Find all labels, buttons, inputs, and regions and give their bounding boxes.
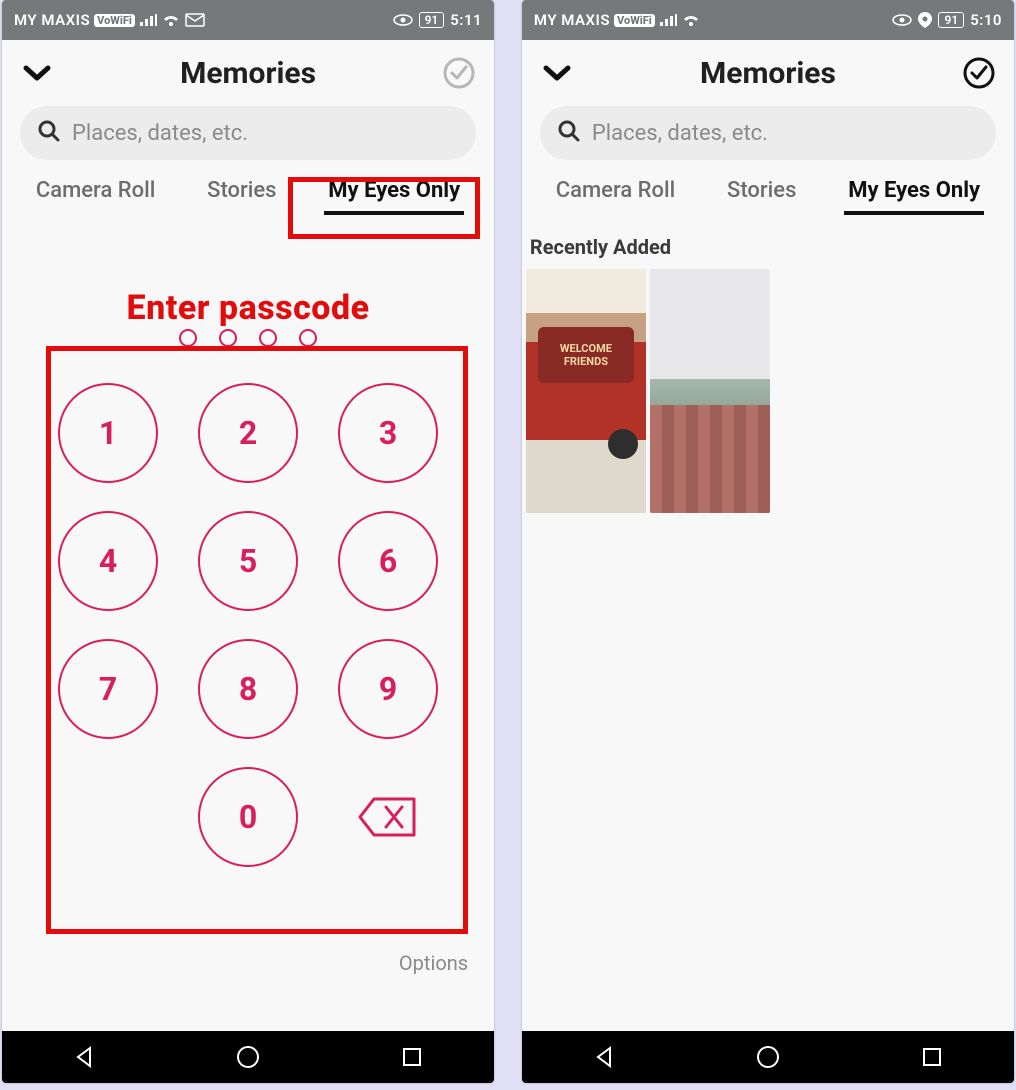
back-chevron-icon[interactable]: [540, 56, 574, 90]
keypad-3[interactable]: 3: [338, 383, 438, 483]
keypad-blank: [58, 767, 158, 867]
nav-back-icon[interactable]: [587, 1040, 621, 1074]
content-area: Recently Added WELCOME FRIENDS: [522, 221, 1014, 1031]
header: Memories: [522, 40, 1014, 106]
nav-recent-icon[interactable]: [395, 1040, 429, 1074]
mail-icon: [185, 13, 205, 27]
bitmoji-avatar-icon: [608, 429, 638, 459]
passcode-dot: [179, 329, 197, 347]
keypad-2[interactable]: 2: [198, 383, 298, 483]
nav-back-icon[interactable]: [67, 1040, 101, 1074]
options-link[interactable]: Options: [399, 951, 468, 975]
search-placeholder: Places, dates, etc.: [592, 121, 768, 146]
keypad-1[interactable]: 1: [58, 383, 158, 483]
carrier-label: MY MAXIS: [534, 11, 610, 29]
eye-icon: [892, 14, 912, 26]
passcode-dots: [179, 329, 317, 347]
thumbnail-sign: WELCOME FRIENDS: [538, 327, 634, 383]
right-phone: MY MAXIS VoWiFi 91 5:10 Memories Places,…: [522, 0, 1014, 1083]
tabs: Camera Roll Stories My Eyes Only: [522, 172, 1014, 221]
search-icon: [38, 120, 60, 146]
passcode-dot: [299, 329, 317, 347]
search-input[interactable]: Places, dates, etc.: [540, 106, 996, 160]
passcode-dot: [259, 329, 277, 347]
clock: 5:10: [970, 11, 1002, 29]
vowifi-badge: VoWiFi: [614, 14, 655, 27]
passcode-dot: [219, 329, 237, 347]
keypad-backspace-icon[interactable]: [338, 767, 438, 867]
signal-icon: [139, 13, 157, 27]
section-title: Recently Added: [522, 221, 1014, 269]
tab-stories[interactable]: Stories: [719, 172, 804, 211]
status-bar: MY MAXIS VoWiFi 91 5:11: [2, 0, 494, 40]
tab-camera-roll[interactable]: Camera Roll: [28, 172, 163, 211]
nav-recent-icon[interactable]: [915, 1040, 949, 1074]
page-title: Memories: [180, 56, 316, 91]
search-icon: [558, 120, 580, 146]
thumbnail-row: WELCOME FRIENDS: [522, 269, 1014, 513]
wifi-icon: [161, 13, 181, 27]
status-bar: MY MAXIS VoWiFi 91 5:10: [522, 0, 1014, 40]
tab-stories[interactable]: Stories: [199, 172, 284, 211]
wifi-icon: [681, 13, 701, 27]
left-phone: MY MAXIS VoWiFi 91 5:11 Memories Places,…: [2, 0, 494, 1083]
keypad-0[interactable]: 0: [198, 767, 298, 867]
back-chevron-icon[interactable]: [20, 56, 54, 90]
battery-badge: 91: [419, 12, 445, 28]
tab-camera-roll[interactable]: Camera Roll: [548, 172, 683, 211]
carrier-label: MY MAXIS: [14, 11, 90, 29]
search-wrap: Places, dates, etc.: [522, 106, 1014, 172]
keypad-9[interactable]: 9: [338, 639, 438, 739]
vowifi-badge: VoWiFi: [94, 14, 135, 27]
keypad-5[interactable]: 5: [198, 511, 298, 611]
passcode-keypad: 1 2 3 4 5 6 7 8 9 0: [2, 329, 494, 895]
keypad-7[interactable]: 7: [58, 639, 158, 739]
keypad-4[interactable]: 4: [58, 511, 158, 611]
battery-badge: 91: [938, 12, 964, 28]
keypad-6[interactable]: 6: [338, 511, 438, 611]
tabs: Camera Roll Stories My Eyes Only: [2, 172, 494, 221]
location-icon: [918, 12, 932, 28]
search-wrap: Places, dates, etc.: [2, 106, 494, 172]
keypad-8[interactable]: 8: [198, 639, 298, 739]
select-mode-icon[interactable]: [442, 56, 476, 90]
memory-thumbnail[interactable]: WELCOME FRIENDS: [526, 269, 646, 513]
clock: 5:11: [450, 11, 482, 29]
eye-icon: [393, 14, 413, 26]
search-placeholder: Places, dates, etc.: [72, 121, 248, 146]
tab-my-eyes-only[interactable]: My Eyes Only: [320, 172, 468, 211]
nav-home-icon[interactable]: [751, 1040, 785, 1074]
select-mode-icon[interactable]: [962, 56, 996, 90]
signal-icon: [659, 13, 677, 27]
memory-thumbnail[interactable]: [650, 269, 770, 513]
page-title: Memories: [700, 56, 836, 91]
android-navbar: [522, 1031, 1014, 1083]
search-input[interactable]: Places, dates, etc.: [20, 106, 476, 160]
content-area: 1 2 3 4 5 6 7 8 9 0 Options: [2, 221, 494, 1031]
header: Memories: [2, 40, 494, 106]
tab-my-eyes-only[interactable]: My Eyes Only: [840, 172, 988, 211]
android-navbar: [2, 1031, 494, 1083]
nav-home-icon[interactable]: [231, 1040, 265, 1074]
